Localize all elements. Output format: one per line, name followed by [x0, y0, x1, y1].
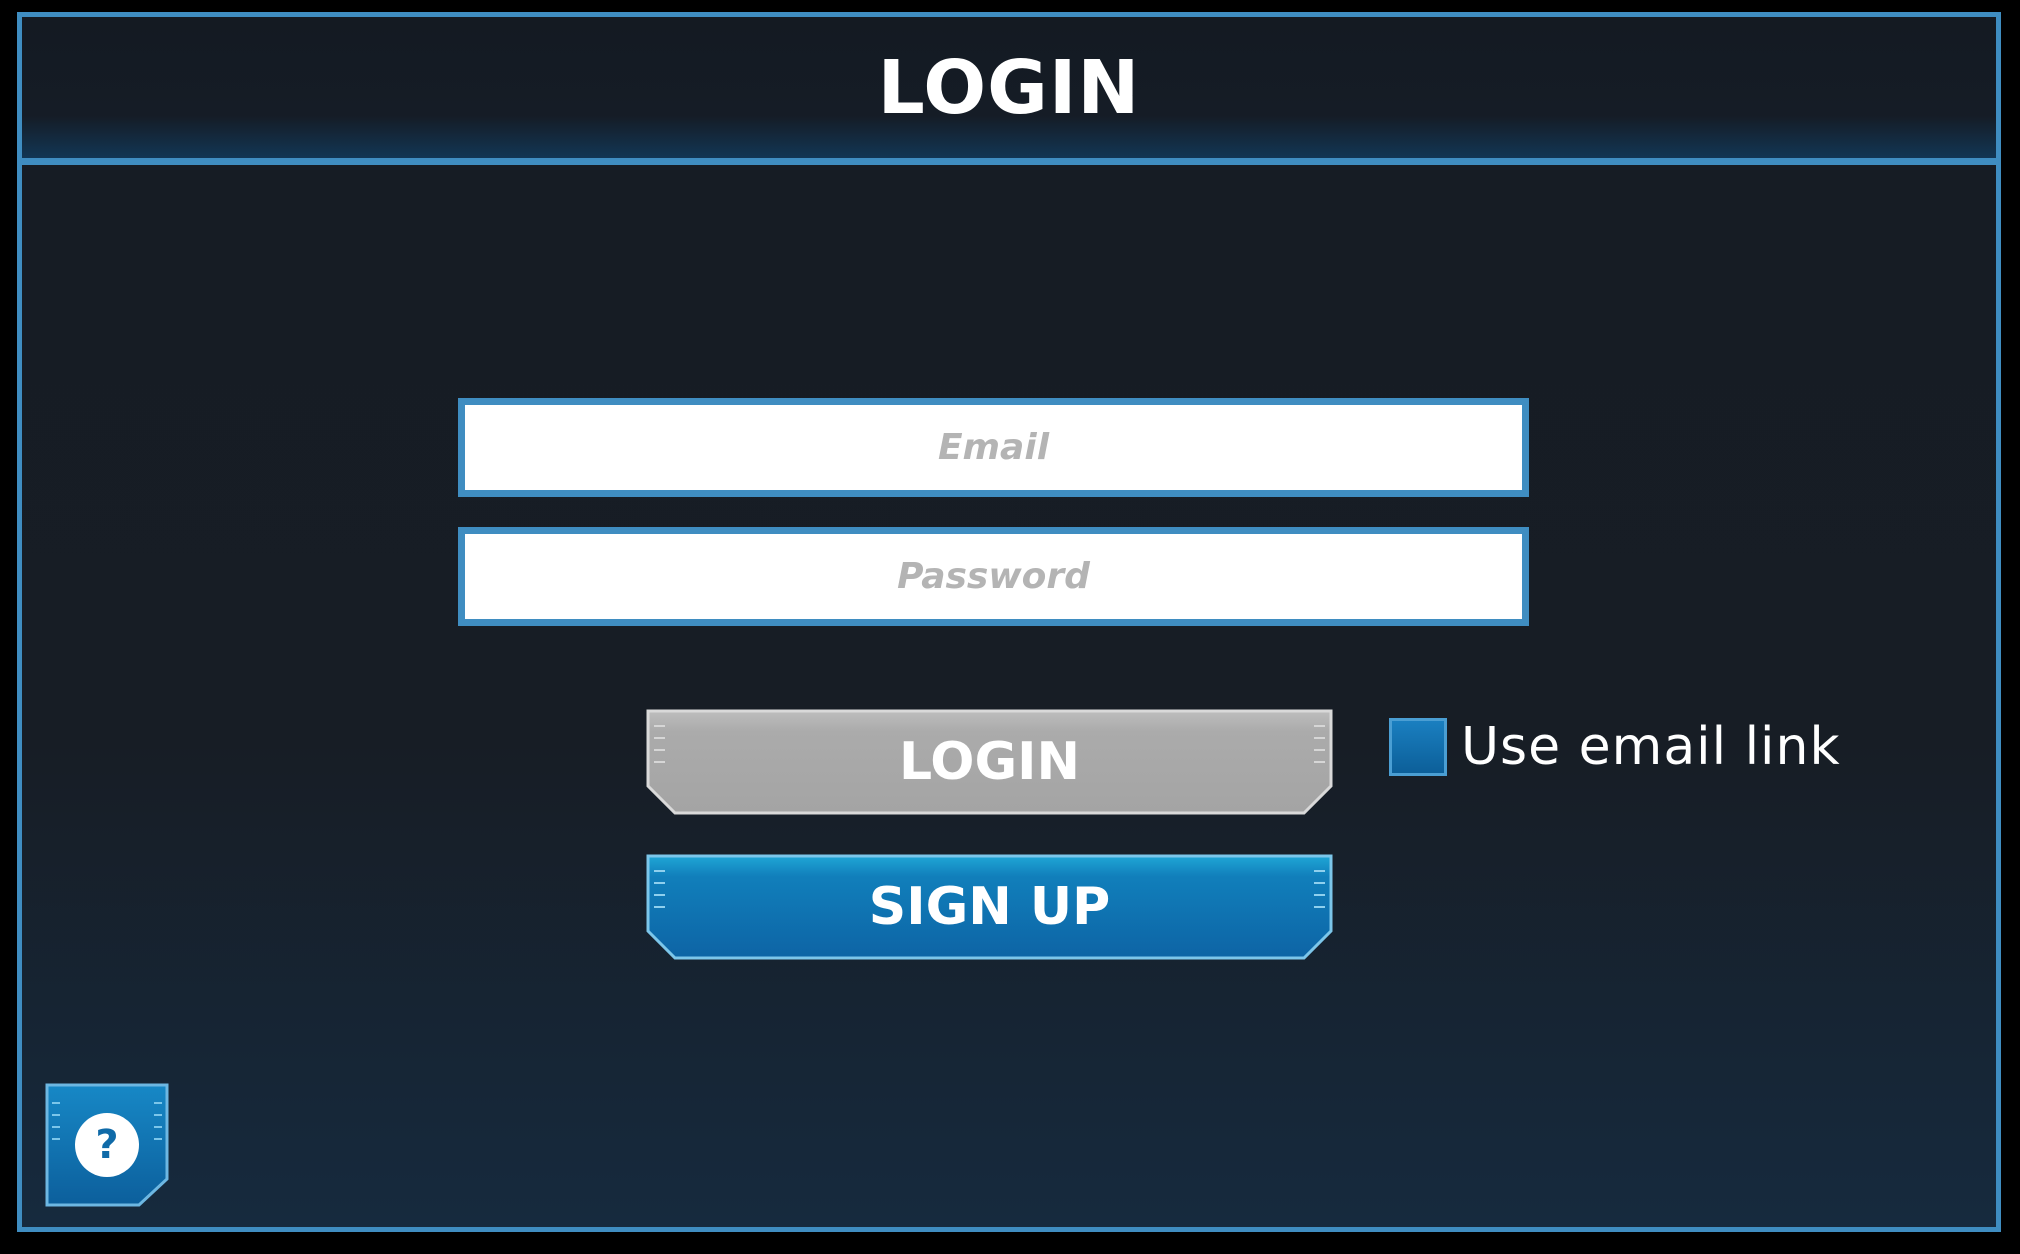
sign-up-button-label: SIGN UP	[868, 877, 1111, 937]
help-button[interactable]: ?	[45, 1083, 169, 1207]
email-link-checkbox[interactable]	[1389, 718, 1447, 776]
sign-up-button[interactable]: SIGN UP	[645, 853, 1334, 961]
page-title: LOGIN	[877, 44, 1141, 131]
email-link-option: Use email link	[1389, 711, 1841, 783]
password-field[interactable]	[465, 533, 1522, 620]
login-button[interactable]: LOGIN	[645, 708, 1334, 816]
password-field-container	[458, 527, 1529, 626]
email-link-label[interactable]: Use email link	[1461, 717, 1841, 777]
email-field[interactable]	[465, 404, 1522, 491]
panel-header: LOGIN	[22, 17, 1996, 165]
question-mark-icon: ?	[75, 1113, 139, 1177]
login-button-label: LOGIN	[898, 732, 1081, 792]
email-field-container	[458, 398, 1529, 497]
